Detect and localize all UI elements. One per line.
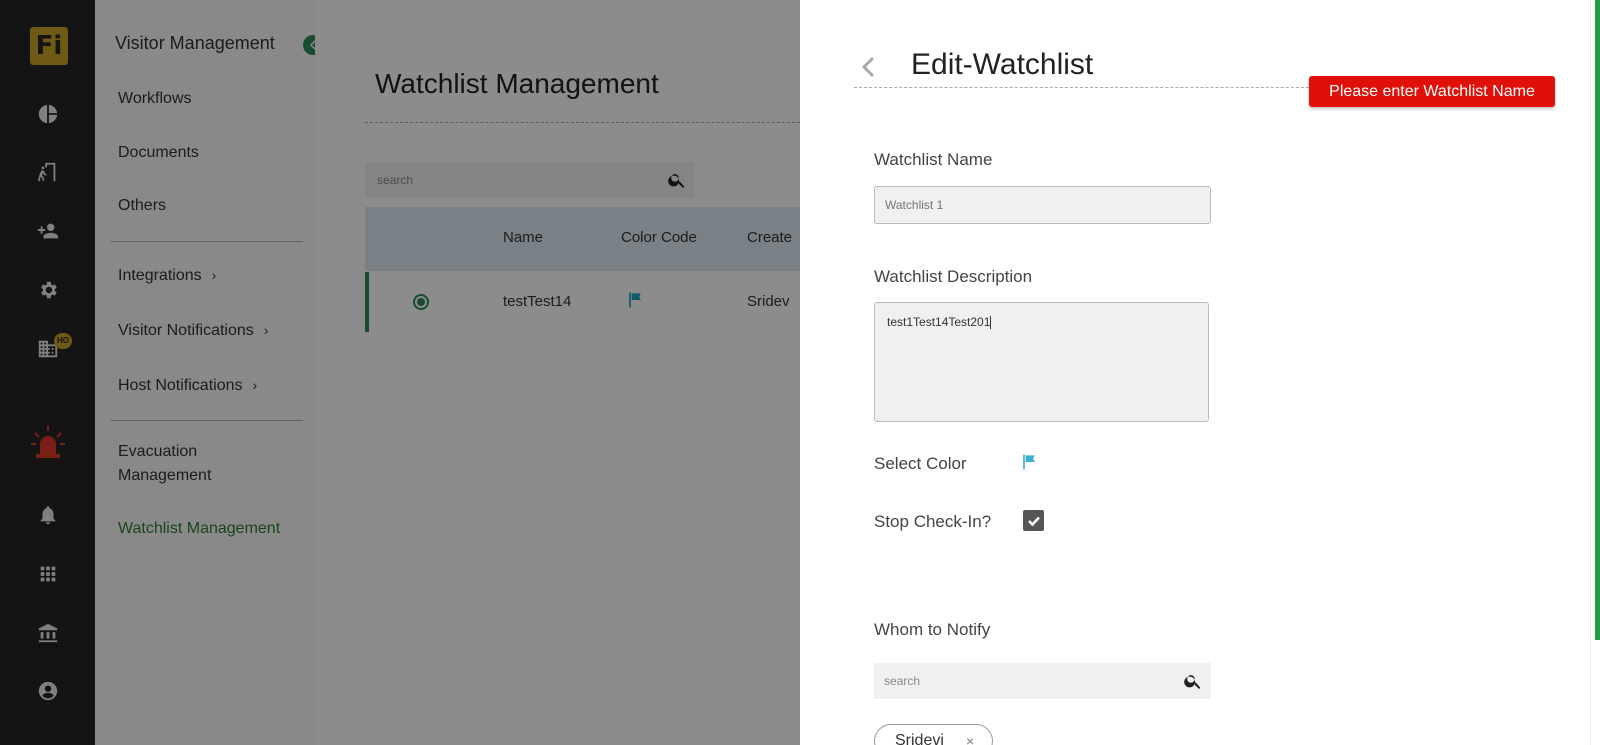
title-divider bbox=[854, 87, 1324, 88]
whom-to-notify-label: Whom to Notify bbox=[874, 620, 991, 639]
search-placeholder: search bbox=[884, 674, 921, 688]
color-picker-button[interactable] bbox=[1019, 452, 1039, 472]
recipient-chip: Sridevi × bbox=[874, 724, 993, 745]
checkmark-icon bbox=[1027, 516, 1040, 526]
notify-search-button[interactable] bbox=[1175, 663, 1211, 699]
scrollbar-thumb[interactable] bbox=[1595, 0, 1600, 640]
modal-backdrop[interactable] bbox=[0, 0, 800, 745]
back-button[interactable] bbox=[858, 54, 878, 80]
watchlist-name-input[interactable] bbox=[874, 186, 1211, 224]
edit-watchlist-drawer: Edit-Watchlist Please enter Watchlist Na… bbox=[800, 0, 1600, 745]
chevron-left-icon bbox=[861, 56, 875, 78]
select-color-label: Select Color bbox=[874, 454, 967, 473]
description-text: test1Test14Test201 bbox=[887, 315, 991, 329]
watchlist-description-textarea[interactable]: test1Test14Test201 bbox=[874, 302, 1209, 422]
watchlist-description-label: Watchlist Description bbox=[874, 267, 1033, 286]
chip-label: Sridevi bbox=[895, 732, 944, 745]
stop-checkin-checkbox[interactable] bbox=[1023, 510, 1044, 531]
drawer-scrollbar[interactable] bbox=[1590, 0, 1600, 745]
error-toast: Please enter Watchlist Name bbox=[1309, 76, 1555, 107]
search-icon bbox=[1184, 675, 1201, 689]
watchlist-name-label: Watchlist Name bbox=[874, 150, 993, 169]
flag-icon bbox=[1023, 454, 1035, 470]
drawer-title: Edit-Watchlist bbox=[911, 48, 1094, 81]
close-icon[interactable]: × bbox=[966, 733, 974, 745]
notify-search-input[interactable]: search bbox=[874, 663, 1211, 699]
stop-checkin-label: Stop Check-In? bbox=[874, 512, 992, 531]
text-caret bbox=[990, 316, 992, 330]
